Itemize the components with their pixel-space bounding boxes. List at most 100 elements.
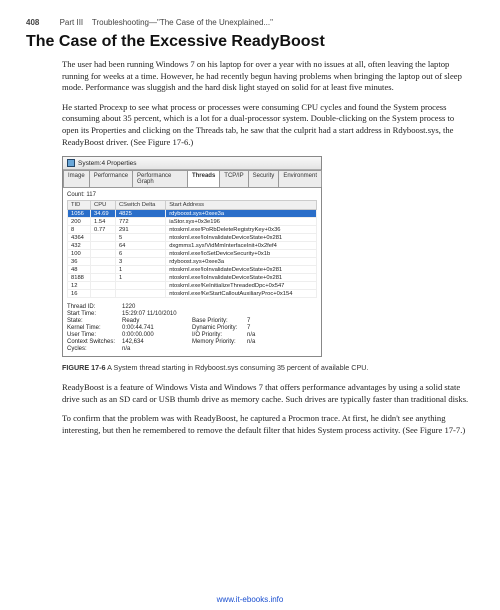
section-title: The Case of the Excessive ReadyBoost <box>26 33 474 51</box>
cell: 432 <box>68 242 91 250</box>
label: User Time: <box>67 332 122 338</box>
footer-link[interactable]: www.it-ebooks.info <box>0 595 500 604</box>
paragraph: ReadyBoost is a feature of Windows Vista… <box>62 382 470 405</box>
table-row[interactable]: 80.77291ntoskrnl.exe!PoRbDeleteRegistryK… <box>68 226 317 234</box>
table-row[interactable]: 81881ntoskrnl.exe!IoInvalidateDeviceStat… <box>68 274 317 282</box>
value: 1220 <box>122 304 192 310</box>
count-label: Count: <box>67 192 85 198</box>
tab-tcpip[interactable]: TCP/IP <box>219 170 248 187</box>
cell: 16 <box>68 290 91 298</box>
paragraph: To confirm that the problem was with Rea… <box>62 413 470 436</box>
tab-environment[interactable]: Environment <box>278 170 322 187</box>
cell <box>91 282 116 290</box>
value: 15:29:07 11/10/2010 <box>122 311 192 317</box>
table-row[interactable]: 36 3rdyboost.sys+0xee3a <box>68 258 317 266</box>
cell: 1 <box>115 266 165 274</box>
cell: 6 <box>115 250 165 258</box>
cell <box>115 282 165 290</box>
cell <box>91 266 116 274</box>
table-row[interactable]: 16 ntoskrnl.exe!KeStartCalloutAuxiliaryPr… <box>68 290 317 298</box>
label: Cycles: <box>67 346 122 352</box>
cell: 200 <box>68 218 91 226</box>
part-label: Part III <box>60 18 84 27</box>
tab-threads[interactable]: Threads <box>187 170 220 187</box>
value: n/a <box>247 332 277 338</box>
label: Context Switches: <box>67 339 122 345</box>
table-row[interactable]: 43645ntoskrnl.exe!IoInvalidateDeviceStat… <box>68 234 317 242</box>
cell: ntoskrnl.exe!KeStartCalloutAuxiliaryProc… <box>166 290 317 298</box>
value: Ready <box>122 318 192 324</box>
label: Kernel Time: <box>67 325 122 331</box>
label: Dynamic Priority: <box>192 325 247 331</box>
tab-performance-graph[interactable]: Performance Graph <box>132 170 188 187</box>
cell: iaStor.sys+0x3e196 <box>166 218 317 226</box>
cell: ntoskrnl.exe!PoRbDeleteRegistryKey+0x36 <box>166 226 317 234</box>
cell <box>91 242 116 250</box>
cell: 772 <box>115 218 165 226</box>
value: n/a <box>247 339 277 345</box>
cell: ntoskrnl.exe!IoSetDeviceSecurity+0x1b <box>166 250 317 258</box>
table-row[interactable]: 12 ntoskrnl.exe!KeInitializeThreadedDpc+0… <box>68 282 317 290</box>
cell: 1 <box>115 274 165 282</box>
value: 7 <box>247 325 277 331</box>
cell: 8188 <box>68 274 91 282</box>
window-titlebar: System:4 Properties <box>63 157 321 170</box>
label: State: <box>67 318 122 324</box>
running-header: 408 Part III Troubleshooting—"The Case o… <box>26 18 474 27</box>
col-cpu[interactable]: CPU <box>91 201 116 210</box>
thread-details: Thread ID: 1220 Start Time: 15:29:07 11/… <box>67 304 317 352</box>
properties-window: System:4 Properties Image Performance Pe… <box>62 156 322 357</box>
label: I/O Priority: <box>192 332 247 338</box>
col-tid[interactable]: TID <box>68 201 91 210</box>
value: 0:00:44.741 <box>122 325 192 331</box>
tab-image[interactable]: Image <box>63 170 90 187</box>
cell <box>91 234 116 242</box>
value: 7 <box>247 318 277 324</box>
cell: ntoskrnl.exe!KeInitializeThreadedDpc+0x5… <box>166 282 317 290</box>
cell: 64 <box>115 242 165 250</box>
label: Start Time: <box>67 311 122 317</box>
caption-text: A System thread starting in Rdyboost.sys… <box>107 363 368 372</box>
cell: dxgmms1.sys!VidMmInterfaceInit+0x2fef4 <box>166 242 317 250</box>
table-row[interactable]: 1006ntoskrnl.exe!IoSetDeviceSecurity+0x1… <box>68 250 317 258</box>
cell <box>91 250 116 258</box>
col-cswitch[interactable]: CSwitch Delta <box>115 201 165 210</box>
value: n/a <box>122 346 192 352</box>
caption-label: FIGURE 17-6 <box>62 363 106 372</box>
cell: 3 <box>115 258 165 266</box>
table-row[interactable]: 481ntoskrnl.exe!IoInvalidateDeviceState+… <box>68 266 317 274</box>
cell: 36 <box>68 258 91 266</box>
cell: 8 <box>68 226 91 234</box>
cell: 48 <box>68 266 91 274</box>
app-icon <box>67 159 75 167</box>
table-row[interactable]: 2001.54772iaStor.sys+0x3e196 <box>68 218 317 226</box>
page-number: 408 <box>26 18 39 27</box>
count-value: 117 <box>86 192 96 198</box>
cell <box>91 258 116 266</box>
cell: 1056 <box>68 210 91 218</box>
table-row[interactable]: 432 64dxgmms1.sys!VidMmInterfaceInit+0x2f… <box>68 242 317 250</box>
col-startaddr[interactable]: Start Address <box>166 201 317 210</box>
cell: 34.69 <box>91 210 116 218</box>
tab-performance[interactable]: Performance <box>89 170 133 187</box>
cell: 12 <box>68 282 91 290</box>
cell: ntoskrnl.exe!IoInvalidateDeviceState+0x2… <box>166 234 317 242</box>
figure-17-6: System:4 Properties Image Performance Pe… <box>62 156 322 357</box>
cell: rdyboost.sys+0xee3a <box>166 258 317 266</box>
label: Base Priority: <box>192 318 247 324</box>
window-title: System:4 Properties <box>78 160 137 167</box>
threads-table: TID CPU CSwitch Delta Start Address 1056… <box>67 200 317 298</box>
cell: 4364 <box>68 234 91 242</box>
cell <box>91 274 116 282</box>
tab-security[interactable]: Security <box>248 170 280 187</box>
value: 0:00:00.000 <box>122 332 192 338</box>
cell: 4825 <box>115 210 165 218</box>
cell: 1.54 <box>91 218 116 226</box>
label: Memory Priority: <box>192 339 247 345</box>
cell: 0.77 <box>91 226 116 234</box>
cell <box>115 290 165 298</box>
table-row[interactable]: 105634.694825rdyboost.sys+0xee3a <box>68 210 317 218</box>
value: 142,634 <box>122 339 192 345</box>
part-title: Troubleshooting—"The Case of the Unexpla… <box>92 18 273 27</box>
tab-strip: Image Performance Performance Graph Thre… <box>63 170 321 188</box>
